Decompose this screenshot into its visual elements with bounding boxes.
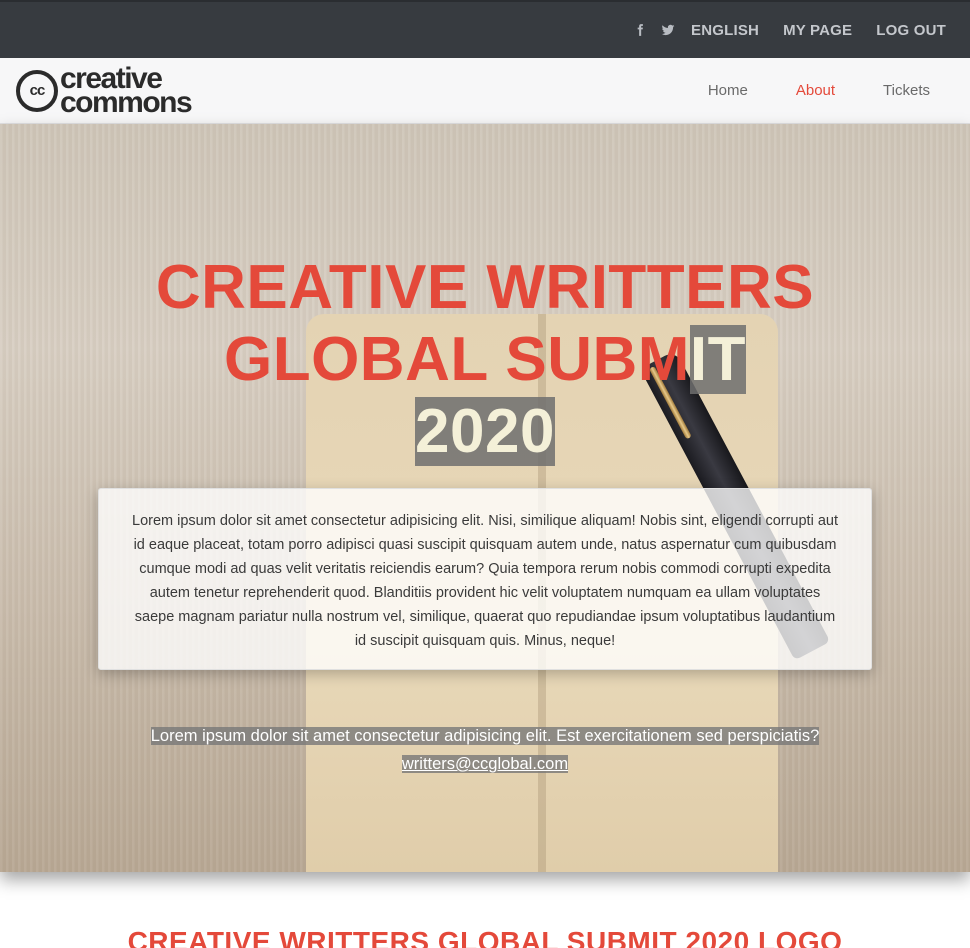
log-out-link[interactable]: LOG OUT <box>876 22 946 39</box>
contact-email-link[interactable]: writters@ccglobal.com <box>401 755 569 773</box>
creative-commons-logo[interactable]: cc creative commons <box>16 63 193 119</box>
twitter-icon[interactable] <box>661 23 675 37</box>
facebook-icon[interactable] <box>633 23 647 37</box>
hero-title-year: 2020 <box>415 397 555 466</box>
logo-line-2: commons <box>60 85 193 119</box>
nav-links: Home About Tickets <box>708 82 930 99</box>
cc-logo-icon: cc <box>16 69 58 112</box>
nav-item-tickets[interactable]: Tickets <box>883 82 930 99</box>
section-title: CREATIVE WRITTERS GLOBAL SUBMIT 2020 LOG… <box>127 926 843 948</box>
top-bar: ENGLISH MY PAGE LOG OUT <box>0 0 970 58</box>
language-link[interactable]: ENGLISH <box>691 22 759 39</box>
my-page-link[interactable]: MY PAGE <box>783 22 852 39</box>
hero-section: CREATIVE WRITTERS GLOBAL SUBMIT 2020 Lor… <box>0 124 970 872</box>
main-nav: cc creative commons Home About Tickets <box>0 58 970 124</box>
hero-title-line-1: CREATIVE WRITTERS <box>155 253 815 322</box>
description-box: Lorem ipsum dolor sit amet consectetur a… <box>98 488 872 670</box>
contact-text: Lorem ipsum dolor sit amet consectetur a… <box>150 727 820 745</box>
contact-block: Lorem ipsum dolor sit amet consectetur a… <box>0 722 970 778</box>
nav-item-home[interactable]: Home <box>708 82 748 99</box>
nav-item-about[interactable]: About <box>796 82 835 99</box>
hero-title-line-2b: IT <box>689 325 746 394</box>
hero-title-line-2a: GLOBAL SUBM <box>223 325 690 394</box>
hero-title: CREATIVE WRITTERS GLOBAL SUBMIT 2020 <box>0 252 970 468</box>
description-text: Lorem ipsum dolor sit amet consectetur a… <box>132 513 838 649</box>
social-links <box>633 23 675 37</box>
hero-title-line-2: GLOBAL SUBMIT <box>0 324 970 396</box>
